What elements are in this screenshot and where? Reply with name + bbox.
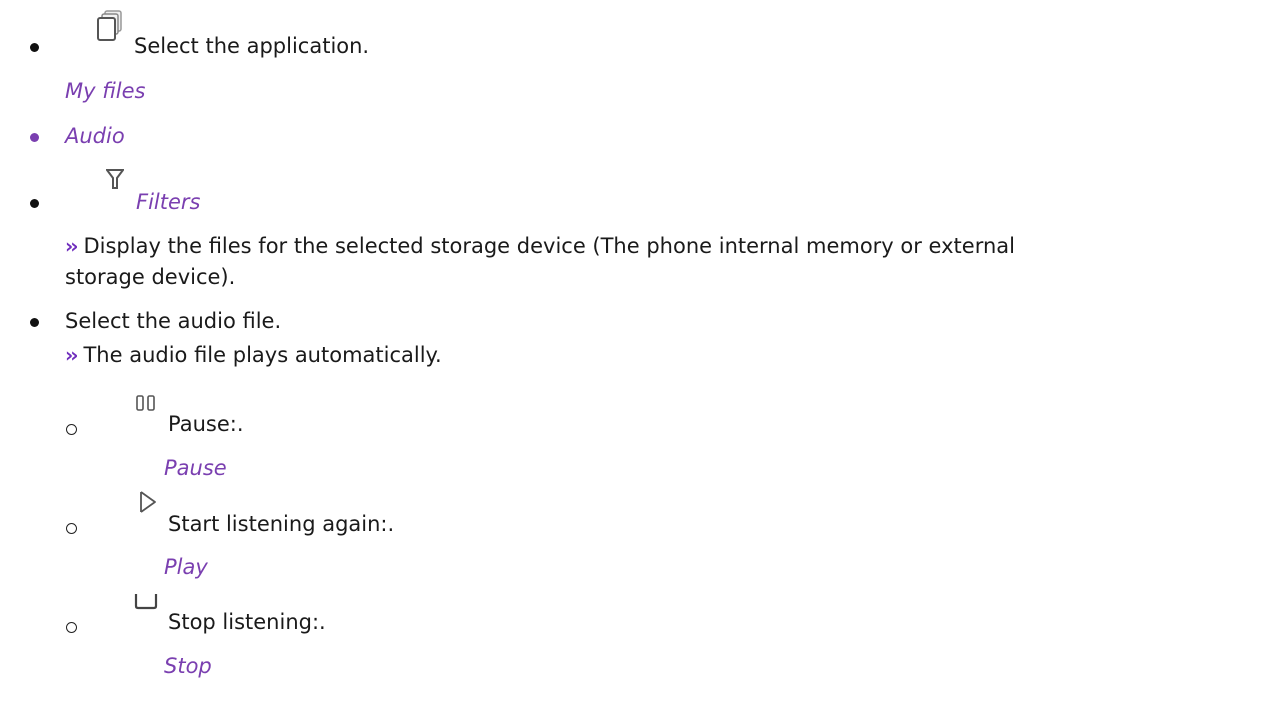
audio-result: ›› The audio file plays automatically. — [65, 345, 442, 366]
bullet — [30, 318, 39, 327]
stop-icon — [134, 592, 158, 610]
sub-bullet — [66, 523, 77, 534]
stop-label: Stop — [164, 654, 212, 678]
pause-label: Pause — [164, 456, 227, 480]
sub-bullet — [66, 622, 77, 633]
play-desc: Start listening again:. — [168, 512, 395, 536]
pause-desc: Pause:. — [168, 412, 244, 436]
filter-result-cont: storage device). — [65, 265, 236, 289]
filter-result-text: Display the files for the selected stora… — [83, 234, 1015, 258]
step-select-app: Select the application. — [134, 34, 370, 58]
filters-label: Filters — [136, 190, 201, 214]
bullet — [30, 43, 39, 52]
result-arrow: ›› — [65, 234, 79, 258]
filter-result: ›› Display the files for the selected sto… — [65, 236, 1015, 257]
audio-label: Audio — [65, 124, 125, 148]
sub-bullet — [66, 424, 77, 435]
stop-desc: Stop listening:. — [168, 610, 326, 634]
my-files-icon — [96, 10, 124, 42]
play-icon — [138, 490, 158, 514]
result-arrow: ›› — [65, 343, 79, 367]
bullet — [30, 133, 39, 142]
audio-result-text: The audio file plays automatically. — [83, 343, 442, 367]
step-select-audio: Select the audio file. — [65, 309, 282, 333]
pause-icon — [136, 395, 156, 411]
my-files-label: My files — [65, 79, 146, 103]
filter-icon — [106, 168, 124, 190]
play-label: Play — [164, 555, 208, 579]
bullet — [30, 199, 39, 208]
